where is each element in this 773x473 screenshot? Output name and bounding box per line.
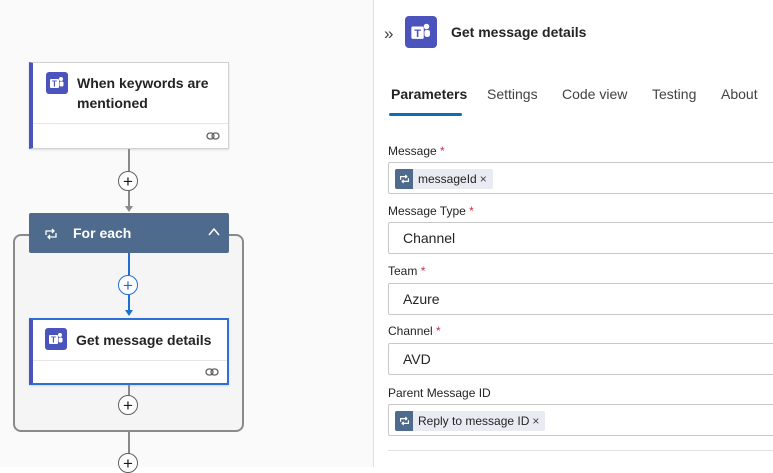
svg-text:T: T: [52, 80, 57, 89]
add-step-button[interactable]: +: [118, 453, 138, 473]
trigger-card-footer: [33, 123, 228, 148]
divider: [388, 450, 773, 451]
teams-icon: T: [46, 72, 68, 94]
connector-line: [128, 295, 130, 311]
connector-line: [128, 253, 130, 275]
channel-dropdown[interactable]: AVD: [388, 343, 773, 375]
foreach-label: For each: [73, 225, 132, 241]
loop-icon: [395, 169, 413, 189]
connector-line: [128, 191, 130, 207]
tab-parameters[interactable]: Parameters: [391, 86, 467, 102]
team-value: Azure: [403, 291, 440, 307]
chevron-up-icon[interactable]: [207, 225, 221, 244]
team-dropdown[interactable]: Azure: [388, 283, 773, 315]
channel-value: AVD: [403, 351, 431, 367]
tab-code-view[interactable]: Code view: [562, 86, 627, 102]
reply-to-message-id-token[interactable]: Reply to message ID ×: [395, 411, 546, 431]
flow-canvas: T When keywords are mentioned + For each…: [0, 0, 373, 473]
message-id-token[interactable]: messageId ×: [395, 169, 493, 189]
channel-label: Channel *: [388, 324, 441, 338]
add-step-button[interactable]: +: [118, 395, 138, 415]
connector-arrow: [125, 310, 133, 316]
loop-icon: [44, 227, 58, 245]
svg-text:T: T: [51, 336, 56, 345]
trigger-title: When keywords are mentioned: [77, 75, 209, 111]
add-step-button[interactable]: +: [118, 275, 138, 295]
teams-icon: T: [405, 16, 437, 48]
action-card-footer: [33, 360, 227, 383]
trigger-card[interactable]: T When keywords are mentioned: [29, 62, 229, 149]
panel-title: Get message details: [451, 24, 587, 40]
remove-token-icon[interactable]: ×: [532, 414, 539, 428]
token-label: Reply to message ID: [418, 414, 530, 428]
connector-line: [128, 385, 130, 395]
remove-token-icon[interactable]: ×: [480, 172, 487, 186]
tab-testing[interactable]: Testing: [652, 86, 696, 102]
tab-about[interactable]: About: [721, 86, 758, 102]
add-step-button[interactable]: +: [118, 171, 138, 191]
connector-line: [128, 149, 130, 171]
message-type-label: Message Type *: [388, 204, 474, 218]
foreach-header[interactable]: For each: [29, 213, 229, 253]
expand-panel-icon[interactable]: »: [384, 24, 393, 44]
team-label: Team *: [388, 264, 426, 278]
token-label: messageId: [418, 172, 477, 186]
parent-message-id-field[interactable]: Reply to message ID ×: [388, 404, 773, 436]
loop-icon: [395, 411, 413, 431]
action-card[interactable]: T Get message details: [29, 318, 229, 385]
message-type-value: Channel: [403, 230, 456, 246]
link-icon[interactable]: [206, 129, 220, 147]
tab-settings[interactable]: Settings: [487, 86, 538, 102]
parent-message-id-label: Parent Message ID: [388, 386, 491, 400]
message-field[interactable]: messageId ×: [388, 162, 773, 194]
connector-line: [128, 432, 130, 454]
details-panel: » T Get message details Parameters Setti…: [373, 0, 773, 467]
message-label: Message *: [388, 144, 445, 158]
active-tab-indicator: [389, 113, 462, 116]
message-type-dropdown[interactable]: Channel: [388, 222, 773, 254]
svg-text:T: T: [414, 28, 421, 40]
connector-arrow: [125, 206, 133, 212]
teams-icon: T: [45, 328, 67, 350]
link-icon[interactable]: [205, 365, 219, 383]
action-title: Get message details: [76, 332, 212, 348]
